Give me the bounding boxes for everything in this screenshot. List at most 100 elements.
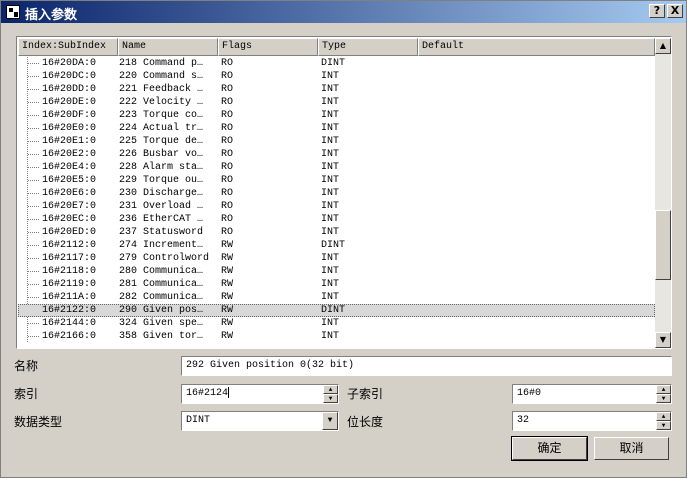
subindex-stepper[interactable]: ▲ ▼ (656, 385, 671, 403)
bitlength-down-icon[interactable]: ▼ (656, 421, 671, 430)
subindex-down-icon[interactable]: ▼ (656, 394, 671, 403)
table-row[interactable]: 16#20E4:0 228 Alarm sta… RO INT (18, 161, 655, 174)
row-type: INT (321, 279, 340, 290)
scroll-up-icon[interactable]: ▲ (655, 38, 671, 54)
help-button[interactable]: ? (649, 4, 665, 18)
table-row[interactable]: 16#20E6:0 230 Discharge… RO INT (18, 187, 655, 200)
scroll-thumb[interactable] (655, 210, 671, 280)
row-type: INT (321, 292, 340, 303)
subindex-up-icon[interactable]: ▲ (656, 385, 671, 394)
datatype-select[interactable]: DINT ▼ (181, 411, 339, 431)
bitlength-stepper[interactable]: ▲ ▼ (656, 412, 671, 430)
row-index: 16#20E6:0 (42, 188, 97, 199)
row-flags: RO (221, 123, 234, 134)
table-row[interactable]: 16#2117:0 279 Controlword RW INT (18, 252, 655, 265)
table-row[interactable]: 16#20DA:0 218 Command p… RO DINT (18, 57, 655, 70)
datatype-value: DINT (186, 415, 211, 426)
row-flags: RW (221, 292, 234, 303)
column-header-type[interactable]: Type (318, 38, 418, 56)
list-rows: 16#20DA:0 218 Command p… RO DINT 16#20DC:0 22… (18, 57, 655, 343)
table-row[interactable]: 16#20E7:0 231 Overload … RO INT (18, 200, 655, 213)
index-down-icon[interactable]: ▼ (323, 394, 338, 403)
table-row[interactable]: 16#211A:0 282 Communica… RW INT (18, 291, 655, 304)
parameter-list[interactable]: Index:SubIndex Name Flags Type Default 1… (16, 36, 672, 349)
column-header-name[interactable]: Name (118, 38, 218, 56)
row-flags: RO (221, 58, 234, 69)
index-stepper[interactable]: ▲ ▼ (323, 385, 338, 403)
index-input[interactable]: 16#2124 ▲ ▼ (181, 384, 339, 404)
table-row[interactable]: 16#20DD:0 221 Feedback … RO INT (18, 83, 655, 96)
row-type: DINT (321, 240, 346, 251)
table-row[interactable]: 16#20E1:0 225 Torque de… RO INT (18, 135, 655, 148)
row-name: 236 EtherCAT … (119, 214, 204, 225)
row-index: 16#20DF:0 (42, 110, 97, 121)
row-index: 16#2112:0 (42, 240, 97, 251)
table-row[interactable]: 16#20E2:0 226 Busbar vo… RO INT (18, 148, 655, 161)
cancel-button[interactable]: 取消 (594, 437, 669, 460)
row-index: 16#20DC:0 (42, 71, 97, 82)
row-name: 274 Increment… (119, 240, 204, 251)
row-flags: RO (221, 97, 234, 108)
row-index: 16#2122:0 (42, 305, 97, 316)
app-icon (6, 5, 20, 19)
subindex-input[interactable]: 16#0 ▲ ▼ (512, 384, 672, 404)
insert-parameter-dialog: 插入参数 ? X Index:SubIndex Name Flags Type … (0, 0, 687, 478)
table-row[interactable]: 16#20DE:0 222 Velocity … RO INT (18, 96, 655, 109)
row-index: 16#2117:0 (42, 253, 97, 264)
row-flags: RO (221, 71, 234, 82)
column-header-flags[interactable]: Flags (218, 38, 318, 56)
table-row[interactable]: 16#2122:0 290 Given pos… RW DINT (18, 304, 655, 317)
vertical-scrollbar[interactable]: ▲ ▼ (655, 38, 671, 348)
row-type: INT (321, 162, 340, 173)
close-button[interactable]: X (667, 4, 683, 18)
row-type: INT (321, 227, 340, 238)
ok-button[interactable]: 确定 (511, 436, 588, 461)
row-flags: RO (221, 227, 234, 238)
column-header-index[interactable]: Index:SubIndex (18, 38, 118, 56)
row-flags: RW (221, 266, 234, 277)
row-name: 358 Given tor… (119, 331, 204, 342)
row-flags: RO (221, 84, 234, 95)
name-field[interactable]: 292 Given position 0(32 bit) (181, 356, 672, 376)
row-flags: RO (221, 149, 234, 160)
table-row[interactable]: 16#2118:0 280 Communica… RW INT (18, 265, 655, 278)
row-type: DINT (321, 58, 346, 69)
row-flags: RW (221, 331, 234, 342)
row-name: 226 Busbar vo… (119, 149, 204, 160)
table-row[interactable]: 16#20E5:0 229 Torque ou… RO INT (18, 174, 655, 187)
row-name: 218 Command p… (119, 58, 204, 69)
row-type: INT (321, 214, 340, 225)
row-name: 231 Overload … (119, 201, 204, 212)
index-up-icon[interactable]: ▲ (323, 385, 338, 394)
title-bar[interactable]: 插入参数 ? X (1, 1, 686, 23)
row-index: 16#20E1:0 (42, 136, 97, 147)
subindex-value: 16#0 (517, 388, 542, 399)
table-row[interactable]: 16#2119:0 281 Communica… RW INT (18, 278, 655, 291)
row-flags: RO (221, 110, 234, 121)
table-row[interactable]: 16#2144:0 324 Given spe… RW INT (18, 317, 655, 330)
row-type: INT (321, 266, 340, 277)
scroll-down-icon[interactable]: ▼ (655, 332, 671, 348)
table-row[interactable]: 16#2166:0 358 Given tor… RW INT (18, 330, 655, 343)
row-flags: RW (221, 253, 234, 264)
row-flags: RO (221, 188, 234, 199)
row-index: 16#20ED:0 (42, 227, 97, 238)
row-flags: RO (221, 136, 234, 147)
row-name: 229 Torque ou… (119, 175, 204, 186)
row-name: 220 Command s… (119, 71, 204, 82)
bitlength-up-icon[interactable]: ▲ (656, 412, 671, 421)
table-row[interactable]: 16#2112:0 274 Increment… RW DINT (18, 239, 655, 252)
table-row[interactable]: 16#20EC:0 236 EtherCAT … RO INT (18, 213, 655, 226)
index-value: 16#2124 (186, 388, 229, 399)
row-index: 16#20DA:0 (42, 58, 97, 69)
row-flags: RO (221, 175, 234, 186)
table-row[interactable]: 16#20DC:0 220 Command s… RO INT (18, 70, 655, 83)
table-row[interactable]: 16#20ED:0 237 Statusword RO INT (18, 226, 655, 239)
table-row[interactable]: 16#20E0:0 224 Actual tr… RO INT (18, 122, 655, 135)
row-index: 16#2166:0 (42, 331, 97, 342)
column-header-default[interactable]: Default (418, 38, 655, 56)
chevron-down-icon[interactable]: ▼ (322, 412, 338, 430)
row-index: 16#20E2:0 (42, 149, 97, 160)
table-row[interactable]: 16#20DF:0 223 Torque co… RO INT (18, 109, 655, 122)
bitlength-input[interactable]: 32 ▲ ▼ (512, 411, 672, 431)
